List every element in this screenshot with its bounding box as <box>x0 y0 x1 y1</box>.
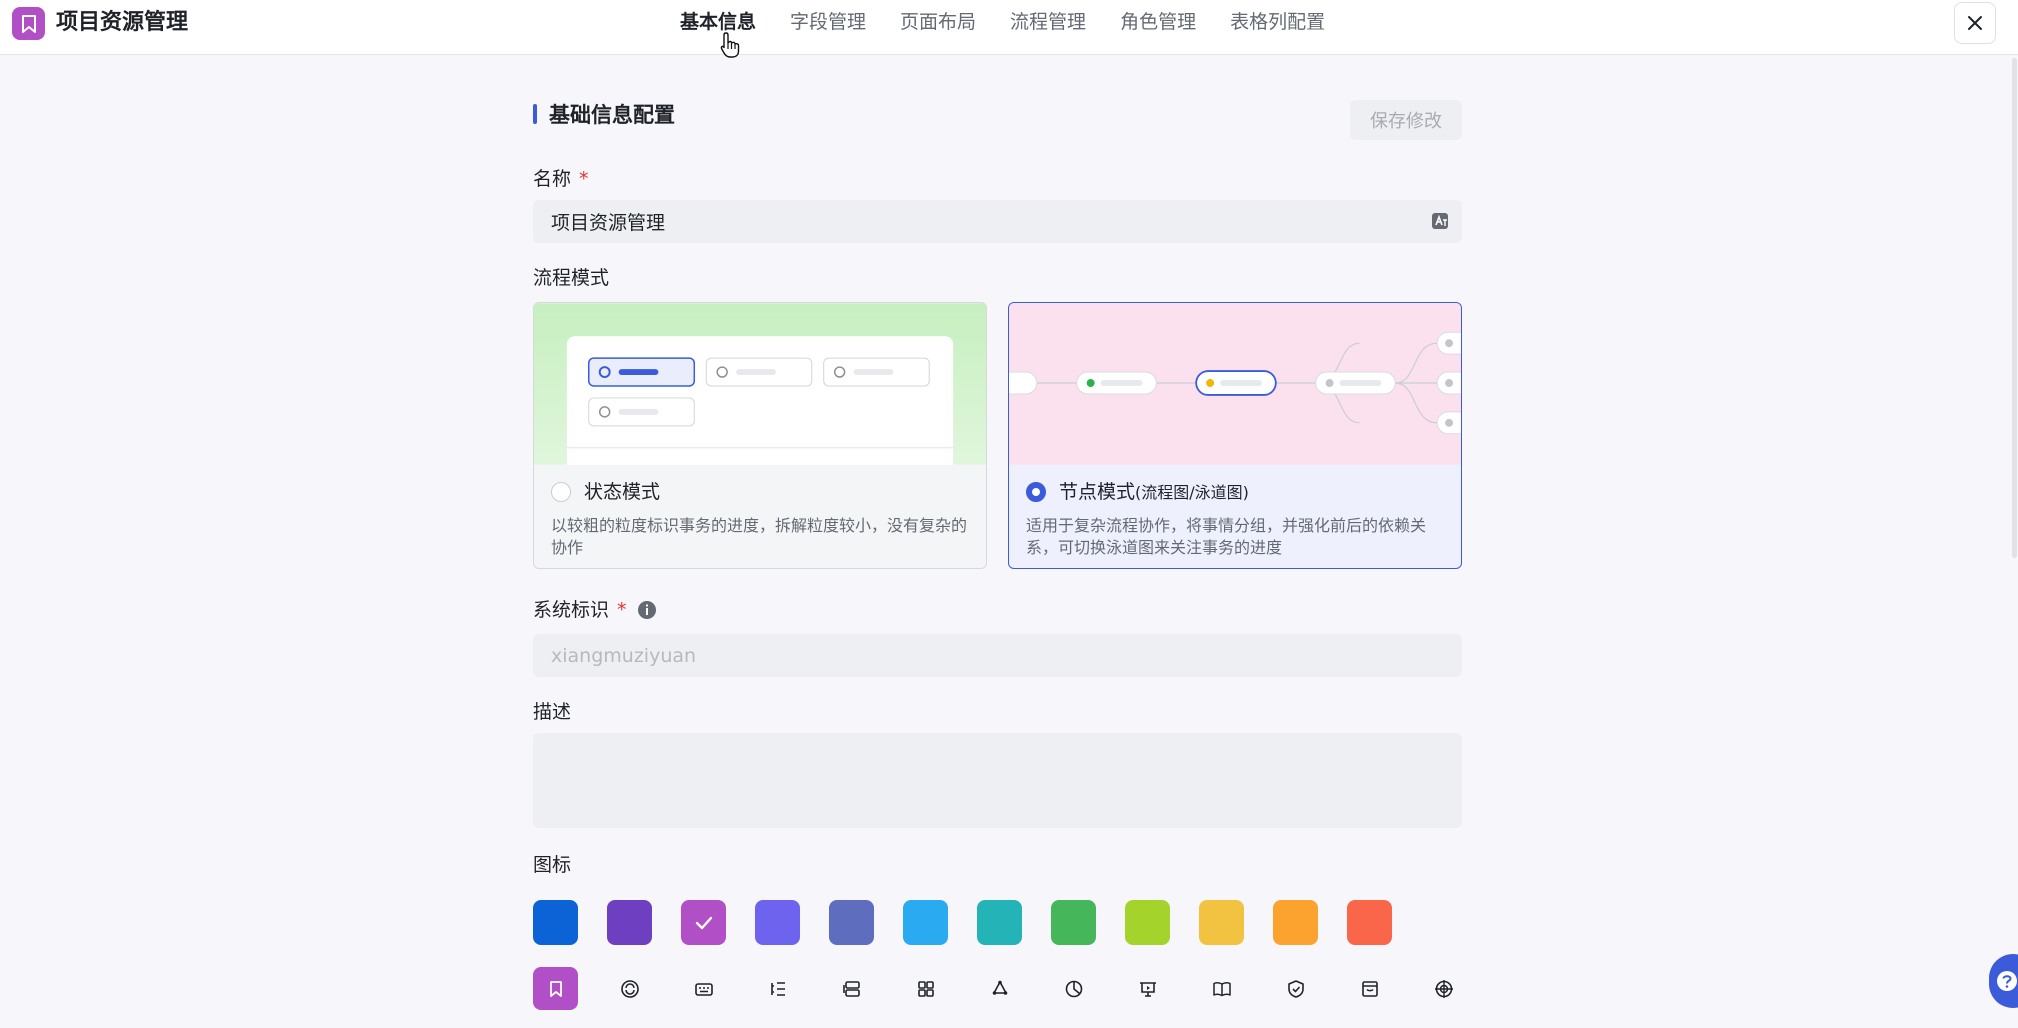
tab-page-layout[interactable]: 页面布局 <box>900 8 976 36</box>
node-mode-radio[interactable] <box>1026 482 1046 502</box>
tab-role-management[interactable]: 角色管理 <box>1120 8 1196 36</box>
mode-card-status[interactable]: 状态模式 以较粗的粒度标识事务的进度，拆解粒度较小，没有复杂的协作 <box>533 302 987 569</box>
layers-icon <box>842 980 860 997</box>
description-label: 描述 <box>533 701 572 723</box>
name-input[interactable]: 项目资源管理 <box>533 200 1462 243</box>
shield-icon <box>1287 979 1304 998</box>
icon-option-keyboard[interactable] <box>681 967 726 1010</box>
system-id-placeholder: xiangmuziyuan <box>551 644 697 667</box>
color-swatch-row <box>533 900 1392 945</box>
icon-option-presentation[interactable] <box>1125 967 1170 1010</box>
status-mode-info: 状态模式 以较粗的粒度标识事务的进度，拆解粒度较小，没有复杂的协作 <box>534 465 986 568</box>
main-content: 基础信息配置 保存修改 名称 * 项目资源管理 流程模式 状态模式 以较粗的粒度… <box>533 55 1462 1028</box>
help-button[interactable] <box>1989 954 2018 1008</box>
icon-option-bookmark[interactable] <box>533 967 578 1010</box>
pie-icon <box>1065 980 1082 997</box>
system-id-label-text: 系统标识 <box>533 599 610 621</box>
translate-icon[interactable] <box>1430 211 1450 231</box>
tab-table-columns[interactable]: 表格列配置 <box>1230 8 1325 36</box>
top-bar: 项目资源管理 基本信息 字段管理 页面布局 流程管理 角色管理 表格列配置 <box>0 0 2018 55</box>
node-mode-info: 节点模式(流程图/泳道图) 适用于复杂流程协作，将事情分组，并强化前后的依赖关系… <box>1009 465 1461 568</box>
icon-option-list[interactable] <box>755 967 800 1010</box>
list-icon <box>770 981 785 996</box>
grid-icon <box>917 980 934 997</box>
keyboard-icon <box>694 982 713 996</box>
tab-field-management[interactable]: 字段管理 <box>790 8 866 36</box>
target-icon <box>1434 979 1453 998</box>
color-swatch[interactable] <box>977 900 1022 945</box>
color-swatch[interactable] <box>755 900 800 945</box>
name-label: 名称 * <box>533 166 589 192</box>
tab-flow-management[interactable]: 流程管理 <box>1010 8 1086 36</box>
bookmark-icon <box>549 980 562 997</box>
icon-option-book[interactable] <box>1199 967 1244 1010</box>
icon-option-refresh[interactable] <box>607 967 652 1010</box>
color-swatch[interactable] <box>607 900 652 945</box>
color-swatch[interactable] <box>1199 900 1244 945</box>
icon-option-shield[interactable] <box>1273 967 1318 1010</box>
section-accent-bar <box>533 104 537 124</box>
recycle-icon <box>992 980 1007 995</box>
save-button[interactable]: 保存修改 <box>1350 100 1462 140</box>
status-mode-radio[interactable] <box>551 482 571 502</box>
status-mode-desc: 以较粗的粒度标识事务的进度，拆解粒度较小，没有复杂的协作 <box>551 516 968 557</box>
app-logo <box>12 7 45 40</box>
required-mark: * <box>617 599 627 621</box>
app-title: 项目资源管理 <box>56 10 189 35</box>
presentation-icon <box>1139 981 1156 997</box>
color-swatch[interactable] <box>1051 900 1096 945</box>
close-button[interactable] <box>1954 2 1996 44</box>
help-icon <box>1997 971 2017 991</box>
close-icon <box>1968 16 1982 30</box>
section-title: 基础信息配置 <box>549 103 675 127</box>
archive-icon <box>1361 980 1378 997</box>
icon-option-pie[interactable] <box>1051 967 1096 1010</box>
color-swatch[interactable] <box>533 900 578 945</box>
icon-option-target[interactable] <box>1421 967 1466 1010</box>
color-swatch[interactable] <box>829 900 874 945</box>
color-swatch[interactable] <box>1273 900 1318 945</box>
icon-option-layers[interactable] <box>829 967 874 1010</box>
tab-basic-info[interactable]: 基本信息 <box>680 8 756 36</box>
required-mark: * <box>579 168 589 190</box>
bookmark-icon <box>21 14 36 33</box>
node-mode-subtitle: (流程图/泳道图) <box>1135 483 1249 502</box>
tab-bar: 基本信息 字段管理 页面布局 流程管理 角色管理 表格列配置 <box>680 8 1325 36</box>
refresh-icon <box>620 979 639 998</box>
node-mode-preview <box>1009 303 1461 465</box>
icon-option-grid[interactable] <box>903 967 948 1010</box>
color-swatch[interactable] <box>1125 900 1170 945</box>
color-swatch[interactable] <box>1347 900 1392 945</box>
icon-option-row <box>533 967 1466 1010</box>
status-mode-title: 状态模式 <box>584 481 661 503</box>
color-swatch[interactable] <box>681 900 726 945</box>
icon-option-archive[interactable] <box>1347 967 1392 1010</box>
icon-option-recycle[interactable] <box>977 967 1022 1010</box>
check-icon <box>695 916 712 929</box>
description-textarea[interactable] <box>533 733 1462 828</box>
mode-card-node[interactable]: 节点模式(流程图/泳道图) 适用于复杂流程协作，将事情分组，并强化前后的依赖关系… <box>1008 302 1462 569</box>
name-label-text: 名称 <box>533 168 572 190</box>
flow-mode-label: 流程模式 <box>533 267 610 289</box>
color-swatch[interactable] <box>903 900 948 945</box>
info-icon[interactable] <box>637 600 657 620</box>
system-id-input[interactable]: xiangmuziyuan <box>533 634 1462 677</box>
node-mode-title-text: 节点模式 <box>1059 481 1136 503</box>
section-header: 基础信息配置 <box>533 99 675 129</box>
scrollbar[interactable] <box>2012 58 2017 558</box>
system-id-label: 系统标识 * <box>533 597 657 623</box>
node-mode-title: 节点模式(流程图/泳道图) <box>1059 479 1249 506</box>
name-input-value: 项目资源管理 <box>551 212 666 234</box>
icon-label: 图标 <box>533 854 572 876</box>
node-mode-desc: 适用于复杂流程协作，将事情分组，并强化前后的依赖关系，可切换泳道图来关注事务的进… <box>1026 516 1427 557</box>
status-mode-preview <box>534 303 986 465</box>
book-icon <box>1212 981 1231 996</box>
